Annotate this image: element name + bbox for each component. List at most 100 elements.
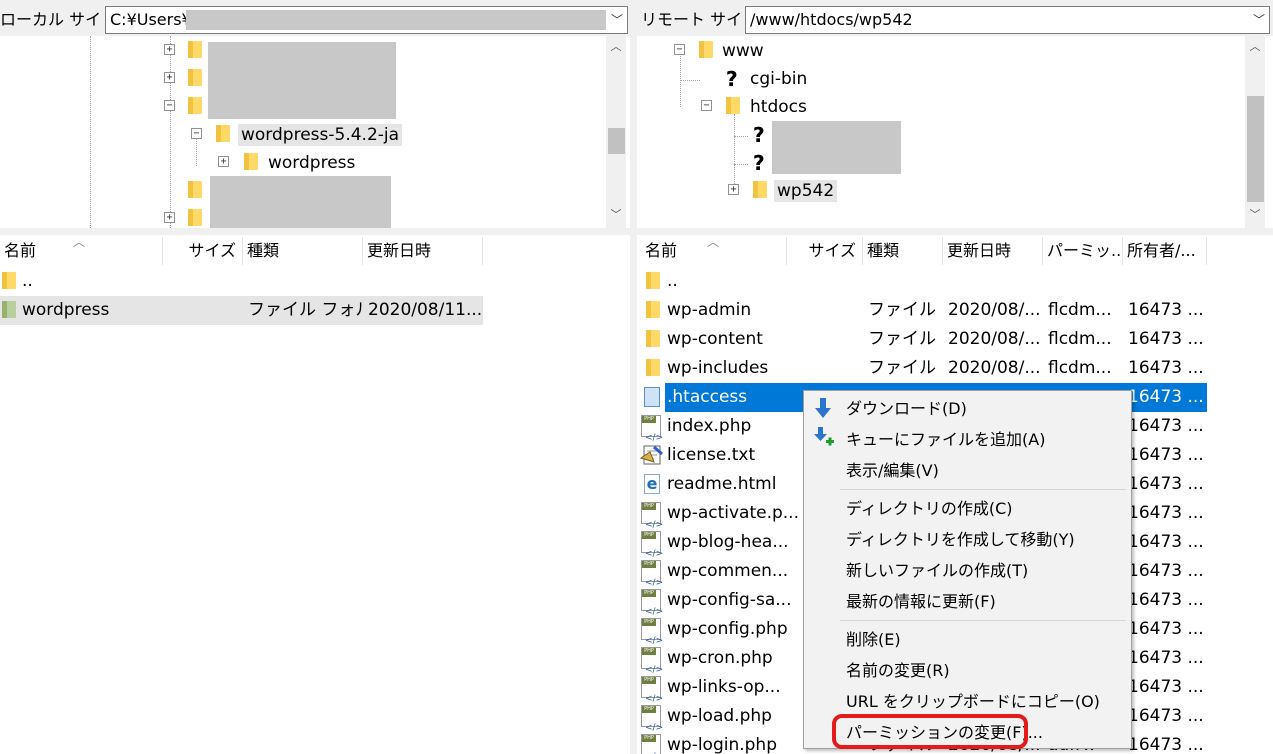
cell-name: wp-load.php [667, 706, 772, 726]
cell-name: wp-admin [667, 300, 752, 320]
menu-item-rename[interactable]: 名前の変更(R) [804, 655, 1130, 686]
cell-name: index.php [667, 416, 752, 436]
question-folder-icon: ? [753, 151, 765, 175]
menu-item-create-directory-and-enter[interactable]: ディレクトリを作成して移動(Y) [804, 524, 1130, 555]
cell-name: wp-cron.php [667, 648, 773, 668]
cell-owner: 16473 ... [1128, 358, 1204, 378]
sort-asc-icon: ︿ [73, 235, 86, 249]
menu-item-create-directory[interactable]: ディレクトリの作成(C) [804, 493, 1130, 524]
menu-item-delete[interactable]: 削除(E) [804, 624, 1130, 655]
menu-item-create-file[interactable]: 新しいファイルの作成(T) [804, 555, 1130, 586]
redacted-block [772, 121, 901, 174]
scroll-thumb[interactable] [608, 128, 625, 154]
cell-permission: flcdm... [1048, 329, 1112, 349]
local-tree-panel: + + − − wordpress-5.4.2-ja + wordpress +… [0, 36, 630, 228]
cell-date: 2020/08/... [948, 358, 1041, 378]
cell-permission: flcdm... [1048, 358, 1112, 378]
table-row[interactable]: .. [637, 267, 1207, 296]
expand-icon[interactable]: + [164, 44, 175, 55]
remote-site-path: /www/htdocs/wp542 [750, 10, 913, 29]
chevron-down-icon[interactable]: ﹀ [607, 7, 627, 33]
cell-owner: 16473 ... [1128, 445, 1204, 465]
chevron-down-icon[interactable]: ﹀ [1249, 7, 1269, 33]
cell-name: wp-activate.p... [667, 503, 799, 523]
question-folder-icon: ? [726, 67, 738, 91]
php-file-icon [641, 560, 663, 598]
column-header-size[interactable]: サイズ [163, 237, 243, 265]
tree-item-wp542[interactable]: wp542 [774, 180, 838, 202]
folder-icon [244, 153, 258, 170]
expand-icon[interactable]: + [218, 156, 229, 167]
expand-icon[interactable]: + [164, 72, 175, 83]
scroll-up-icon[interactable]: ︿ [1245, 38, 1265, 56]
cell-owner: 16473 ... [1128, 677, 1204, 697]
local-site-path: C:¥Users¥ [110, 10, 192, 29]
text-file-icon [639, 444, 663, 466]
menu-item-add-to-queue[interactable]: キューにファイルを追加(A) [804, 424, 1130, 455]
column-header-owner[interactable]: 所有者/... [1123, 237, 1207, 265]
cell-owner: 16473 ... [1128, 387, 1204, 407]
collapse-icon[interactable]: − [674, 44, 685, 55]
column-header-size[interactable]: サイズ [787, 237, 863, 265]
tree-item-cgi-bin[interactable]: cgi-bin [747, 68, 810, 90]
table-row[interactable]: wp-includes ファイル ... 2020/08/... flcdm..… [637, 354, 1207, 383]
table-row[interactable]: wp-content ファイル ... 2020/08/... flcdm...… [637, 325, 1207, 354]
folder-icon [753, 181, 767, 198]
column-header-type[interactable]: 種類 [243, 237, 363, 265]
column-header-date[interactable]: 更新日時 [363, 237, 483, 265]
cell-permission: flcdm... [1048, 300, 1112, 320]
folder-icon [646, 301, 660, 318]
folder-icon [188, 41, 202, 58]
table-row[interactable]: wordpress ファイル フォル... 2020/08/11... [0, 296, 483, 325]
table-row[interactable]: wp-admin ファイル ... 2020/08/... flcdm... 1… [637, 296, 1207, 325]
folder-icon [646, 359, 660, 376]
redacted-block [186, 10, 606, 30]
cell-owner: 16473 ... [1128, 648, 1204, 668]
folder-icon [726, 97, 740, 114]
sort-asc-icon: ︿ [707, 235, 720, 249]
collapse-icon[interactable]: − [701, 100, 712, 111]
expand-icon[interactable]: + [728, 184, 739, 195]
cell-owner: 16473 ... [1128, 590, 1204, 610]
column-header-type[interactable]: 種類 [863, 237, 943, 265]
cell-owner: 16473 ... [1128, 532, 1204, 552]
redacted-block [210, 176, 391, 228]
cell-date: 2020/08/11... [368, 300, 483, 320]
folder-icon [188, 69, 202, 86]
php-file-icon [641, 647, 663, 685]
scroll-thumb[interactable] [1247, 96, 1264, 202]
tree-item-wordpress-5.4.2-ja[interactable]: wordpress-5.4.2-ja [238, 124, 403, 146]
table-row[interactable]: .. [0, 267, 483, 296]
scroll-up-icon[interactable]: ︿ [606, 38, 626, 56]
folder-icon [188, 209, 202, 226]
remote-tree-scrollbar[interactable]: ︿ ﹀ [1245, 36, 1265, 228]
splitter[interactable] [631, 0, 636, 754]
tree-item-wordpress[interactable]: wordpress [265, 152, 358, 174]
menu-item-download[interactable]: ダウンロード(D) [804, 393, 1130, 424]
local-site-input[interactable]: C:¥Users¥ ﹀ [105, 6, 628, 34]
scroll-down-icon[interactable]: ﹀ [1245, 206, 1265, 224]
php-file-icon [641, 705, 663, 743]
menu-separator [840, 620, 1126, 621]
php-file-icon [641, 618, 663, 656]
menu-item-view-edit[interactable]: 表示/編集(V) [804, 455, 1130, 486]
menu-item-copy-url[interactable]: URL をクリップボードにコピー(O) [804, 686, 1130, 717]
menu-item-refresh[interactable]: 最新の情報に更新(F) [804, 586, 1130, 617]
cell-name: wordpress [22, 300, 110, 320]
tree-item-htdocs[interactable]: htdocs [747, 96, 810, 118]
php-file-icon [641, 734, 663, 754]
menu-separator [840, 489, 1126, 490]
html-file-icon: e [644, 474, 660, 494]
scroll-down-icon[interactable]: ﹀ [606, 206, 626, 224]
expand-icon[interactable]: + [164, 212, 175, 223]
redacted-block [208, 42, 396, 119]
collapse-icon[interactable]: − [191, 128, 202, 139]
cell-name: .. [667, 271, 678, 291]
local-tree-scrollbar[interactable]: ︿ ﹀ [606, 36, 626, 228]
php-file-icon [641, 589, 663, 627]
column-header-date[interactable]: 更新日時 [943, 237, 1043, 265]
column-header-permission[interactable]: パーミッ... [1043, 237, 1123, 265]
collapse-icon[interactable]: − [164, 100, 175, 111]
tree-item-www[interactable]: www [719, 40, 767, 62]
remote-site-input[interactable]: /www/htdocs/wp542 ﹀ [745, 6, 1270, 34]
